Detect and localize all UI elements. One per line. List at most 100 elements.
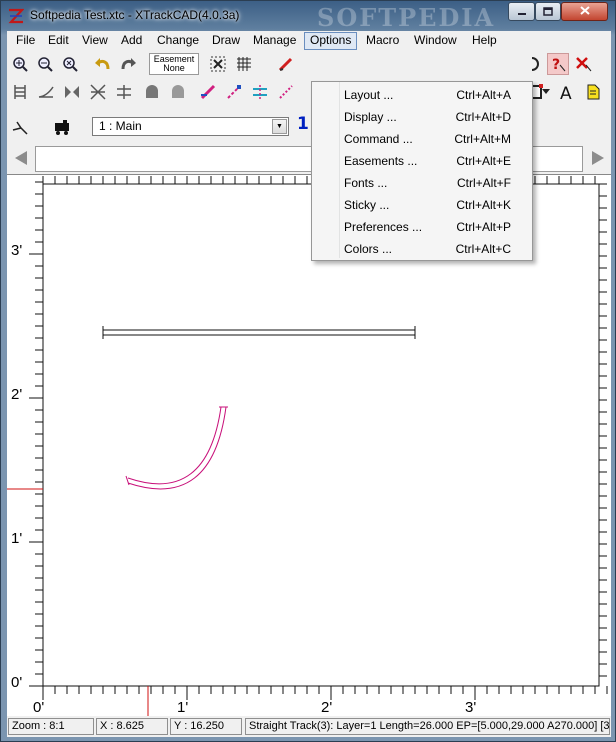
ruler-icon — [277, 83, 295, 101]
app-window: Softpedia Test.xtc - XTrackCAD(4.0.3a) S… — [0, 0, 616, 742]
arrow-right-icon — [590, 149, 606, 167]
x-label-0: 0' — [33, 699, 44, 716]
toolbar-main: Easement None ? — [7, 51, 611, 78]
minimize-button[interactable] — [508, 2, 535, 21]
menu-bar: File Edit View Add Change Draw Manage Op… — [7, 31, 611, 51]
menu-file[interactable]: File — [11, 32, 40, 50]
note-tool-button[interactable] — [582, 81, 604, 103]
toggle-button[interactable] — [524, 53, 546, 75]
menu-draw[interactable]: Draw — [207, 32, 245, 50]
x-label-1: 1' — [177, 699, 188, 716]
chevron-down-icon[interactable]: ▼ — [272, 119, 287, 134]
flip-tool-button[interactable] — [61, 81, 83, 103]
menu-window[interactable]: Window — [409, 32, 462, 50]
menu-item-command[interactable]: Command ... Ctrl+Alt+M — [312, 128, 532, 150]
help-context-button[interactable]: ? — [547, 53, 569, 75]
layer-select[interactable]: 1 : Main ▼ — [92, 117, 289, 136]
menu-edit[interactable]: Edit — [43, 32, 74, 50]
curved-track[interactable] — [125, 406, 228, 490]
title-bar[interactable]: Softpedia Test.xtc - XTrackCAD(4.0.3a) S… — [1, 1, 615, 32]
menu-view[interactable]: View — [77, 32, 113, 50]
bridge-tool-button[interactable] — [167, 81, 189, 103]
y-label-0: 0' — [11, 674, 22, 691]
draw-color-dropdown[interactable] — [540, 81, 552, 103]
flip-icon — [63, 83, 81, 101]
question-arrow-icon: ? — [549, 55, 567, 73]
redo-button[interactable] — [117, 53, 139, 75]
split-tool-button[interactable] — [113, 81, 135, 103]
history-back-button[interactable] — [10, 147, 32, 169]
status-info: Straight Track(3): Layer=1 Length=26.000… — [245, 718, 610, 735]
turnout-tool-button[interactable] — [35, 81, 57, 103]
tunnel-icon — [143, 83, 161, 101]
grid-button[interactable] — [233, 53, 255, 75]
menu-manage[interactable]: Manage — [248, 32, 301, 50]
y-label-3: 3' — [11, 242, 22, 259]
menu-item-sticky[interactable]: Sticky ... Ctrl+Alt+K — [312, 194, 532, 216]
options-menu: Layout ... Ctrl+Alt+A Display ... Ctrl+Alt… — [311, 81, 533, 261]
zoom-extents-button[interactable] — [59, 53, 81, 75]
menu-item-display[interactable]: Display ... Ctrl+Alt+D — [312, 106, 532, 128]
svg-text:?: ? — [552, 57, 560, 73]
menu-change[interactable]: Change — [152, 32, 204, 50]
circle-half-icon — [526, 55, 544, 73]
layer-select-value: 1 : Main — [99, 119, 142, 133]
describe-button[interactable] — [10, 116, 32, 138]
elevation-tool-button[interactable] — [197, 81, 219, 103]
close-button[interactable] — [561, 2, 608, 21]
elevation-icon — [199, 83, 217, 101]
zoom-in-button[interactable] — [9, 53, 31, 75]
ruler-tool-button[interactable] — [275, 81, 297, 103]
menu-item-layout[interactable]: Layout ... Ctrl+Alt+A — [312, 84, 532, 106]
status-bar: Zoom : 8:1 X : 8.625 Y : 16.250 Straight… — [7, 716, 611, 737]
straight-track[interactable] — [102, 326, 416, 339]
crossing-icon — [89, 83, 107, 101]
menu-item-label: Command ... — [344, 132, 413, 146]
menu-item-label: Easements ... — [344, 154, 418, 168]
maximize-button[interactable] — [535, 2, 561, 21]
text-tool-button[interactable]: A — [556, 81, 578, 103]
locomotive-icon — [53, 118, 73, 136]
menu-item-shortcut: Ctrl+Alt+M — [454, 132, 511, 146]
parallel-tool-button[interactable] — [249, 81, 271, 103]
menu-add[interactable]: Add — [116, 32, 147, 50]
menu-item-preferences[interactable]: Preferences ... Ctrl+Alt+P — [312, 216, 532, 238]
current-layer-button[interactable]: 1 — [297, 114, 309, 134]
menu-item-shortcut: Ctrl+Alt+E — [456, 154, 511, 168]
tunnel-tool-button[interactable] — [141, 81, 163, 103]
history-forward-button[interactable] — [587, 147, 609, 169]
bridge-icon — [169, 83, 187, 101]
zoom-out-button[interactable] — [34, 53, 56, 75]
profile-tool-button[interactable] — [223, 81, 245, 103]
select-button[interactable] — [207, 53, 229, 75]
close-icon — [579, 5, 591, 19]
split-icon — [115, 83, 133, 101]
easement-button[interactable]: Easement None — [149, 53, 199, 75]
pencil-icon — [277, 55, 295, 73]
menu-macro[interactable]: Macro — [361, 32, 404, 50]
ladder-icon — [11, 83, 29, 101]
menu-item-shortcut: Ctrl+Alt+C — [455, 242, 511, 256]
watermark: SOFTPEDIA — [317, 3, 496, 32]
undo-icon — [94, 55, 112, 73]
zoom-out-icon — [36, 55, 54, 73]
client-area: File Edit View Add Change Draw Manage Op… — [7, 31, 611, 737]
menu-help[interactable]: Help — [467, 32, 502, 50]
select-icon — [209, 55, 227, 73]
crossing-tool-button[interactable] — [87, 81, 109, 103]
undo-button[interactable] — [92, 53, 114, 75]
zoom-in-icon — [11, 55, 29, 73]
menu-item-colors[interactable]: Colors ... Ctrl+Alt+C — [312, 238, 532, 260]
cancel-select-button[interactable] — [572, 53, 594, 75]
menu-options[interactable]: Options — [304, 32, 358, 50]
x-label-2: 2' — [321, 699, 332, 716]
track-tool-button[interactable] — [9, 81, 31, 103]
pencil-button[interactable] — [275, 53, 297, 75]
arrow-left-icon — [13, 149, 29, 167]
menu-item-shortcut: Ctrl+Alt+K — [456, 198, 511, 212]
train-button[interactable] — [52, 116, 74, 138]
parallel-icon — [251, 83, 269, 101]
menu-item-easements[interactable]: Easements ... Ctrl+Alt+E — [312, 150, 532, 172]
menu-item-fonts[interactable]: Fonts ... Ctrl+Alt+F — [312, 172, 532, 194]
menu-item-label: Fonts ... — [344, 176, 388, 190]
